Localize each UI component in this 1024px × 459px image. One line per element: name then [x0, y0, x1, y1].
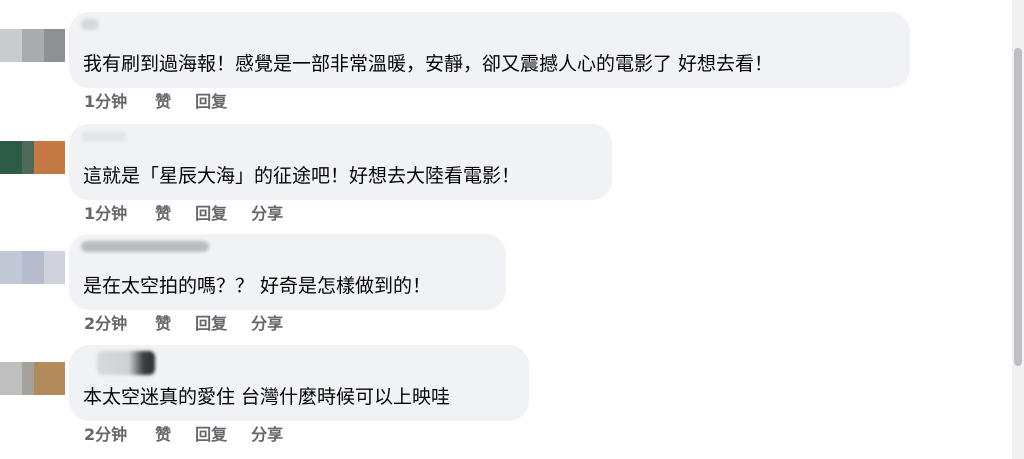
comment-actions: 1分钟 赞 回复 分享	[84, 204, 307, 224]
avatar[interactable]	[0, 141, 65, 174]
comment-item: 這就是「星辰大海」的征途吧！好想去大陸看電影！ 1分钟 赞 回复 分享	[0, 124, 1010, 235]
share-button[interactable]: 分享	[251, 425, 283, 445]
like-button[interactable]: 赞	[155, 92, 171, 112]
avatar[interactable]	[0, 29, 65, 62]
author-name-blurred[interactable]	[97, 351, 155, 375]
avatar-block	[44, 29, 65, 62]
comment-bubble: 是在太空拍的嗎？？ 好奇是怎樣做到的！	[69, 234, 506, 310]
reply-button[interactable]: 回复	[195, 204, 227, 224]
reply-button[interactable]: 回复	[195, 314, 227, 334]
comment-timestamp[interactable]: 1分钟	[84, 92, 127, 112]
avatar-block	[0, 362, 22, 395]
comment-actions: 2分钟 赞 回复 分享	[84, 314, 307, 334]
comment-bubble: 我有刷到過海報！感覺是一部非常溫暖，安靜，卻又震撼人心的電影了 好想去看！	[69, 12, 910, 88]
avatar-block	[0, 29, 22, 62]
avatar-block	[22, 141, 34, 174]
author-name-blurred[interactable]	[81, 131, 127, 142]
share-button[interactable]: 分享	[251, 204, 283, 224]
avatar-block	[34, 362, 65, 395]
comment-text: 我有刷到過海報！感覺是一部非常溫暖，安靜，卻又震撼人心的電影了 好想去看！	[83, 53, 774, 75]
comment-item: 我有刷到過海報！感覺是一部非常溫暖，安靜，卻又震撼人心的電影了 好想去看！ 1分…	[0, 12, 1010, 123]
scrollbar-track[interactable]	[1012, 0, 1024, 459]
comment-timestamp[interactable]: 1分钟	[84, 204, 127, 224]
comment-actions: 2分钟 赞 回复 分享	[84, 425, 307, 445]
avatar-block	[34, 141, 65, 174]
avatar-block	[0, 141, 22, 174]
author-name-blurred[interactable]	[81, 19, 99, 30]
comment-actions: 1分钟 赞 回复	[84, 92, 251, 112]
scrollbar-thumb[interactable]	[1014, 48, 1022, 366]
avatar-block	[22, 29, 44, 62]
like-button[interactable]: 赞	[155, 314, 171, 334]
comment-text: 這就是「星辰大海」的征途吧！好想去大陸看電影！	[83, 165, 521, 187]
comment-item: 本太空迷真的愛住 台灣什麼時候可以上映哇 2分钟 赞 回复 分享	[0, 345, 1010, 456]
avatar-block	[44, 251, 65, 284]
like-button[interactable]: 赞	[155, 425, 171, 445]
reply-button[interactable]: 回复	[195, 92, 227, 112]
comment-bubble: 本太空迷真的愛住 台灣什麼時候可以上映哇	[69, 345, 529, 421]
comment-item: 是在太空拍的嗎？？ 好奇是怎樣做到的！ 2分钟 赞 回复 分享	[0, 234, 1010, 345]
comment-text: 是在太空拍的嗎？？ 好奇是怎樣做到的！	[83, 275, 432, 297]
avatar[interactable]	[0, 362, 65, 395]
comment-timestamp[interactable]: 2分钟	[84, 425, 127, 445]
like-button[interactable]: 赞	[155, 204, 171, 224]
comment-text: 本太空迷真的愛住 台灣什麼時候可以上映哇	[83, 386, 451, 408]
comment-bubble: 這就是「星辰大海」的征途吧！好想去大陸看電影！	[69, 124, 612, 200]
avatar-block	[22, 362, 34, 395]
avatar-block	[22, 251, 44, 284]
avatar[interactable]	[0, 251, 65, 284]
avatar-block	[0, 251, 22, 284]
share-button[interactable]: 分享	[251, 314, 283, 334]
comment-timestamp[interactable]: 2分钟	[84, 314, 127, 334]
author-name-blurred[interactable]	[81, 241, 209, 252]
reply-button[interactable]: 回复	[195, 425, 227, 445]
